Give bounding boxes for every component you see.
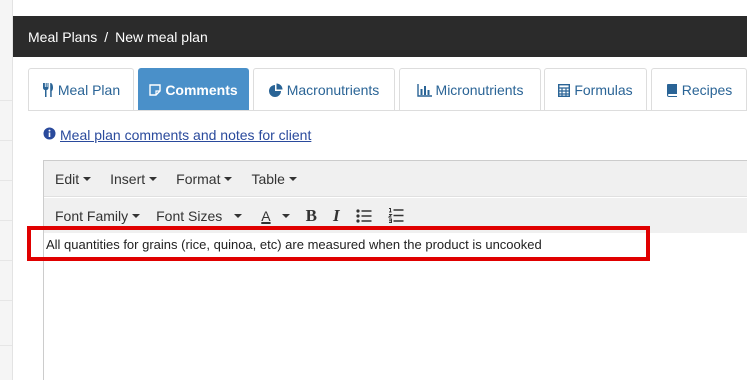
caret-down-icon <box>234 213 243 218</box>
cutlery-icon <box>42 83 54 97</box>
menu-format[interactable]: Format <box>176 171 233 187</box>
book-icon <box>666 83 678 97</box>
italic-button[interactable]: I <box>333 206 340 226</box>
font-sizes-dropdown[interactable]: Font Sizes <box>156 208 243 224</box>
caret-down-icon <box>281 213 290 218</box>
info-link[interactable]: Meal plan comments and notes for client <box>43 127 311 143</box>
info-link-text: Meal plan comments and notes for client <box>60 127 312 143</box>
caret-down-icon <box>224 176 233 181</box>
tab-label: Recipes <box>681 82 733 98</box>
calculator-icon <box>558 83 571 97</box>
tab-label: Micronutrients <box>435 82 524 98</box>
font-family-dropdown[interactable]: Font Family <box>55 208 141 224</box>
note-icon <box>149 84 162 96</box>
tab-comments[interactable]: Comments <box>138 68 249 111</box>
tab-label: Meal Plan <box>57 82 121 98</box>
breadcrumb-separator: / <box>104 28 109 45</box>
breadcrumb: Meal Plans / New meal plan <box>13 16 747 57</box>
rich-text-editor: Edit Insert Format Table Font Family Fon… <box>43 160 747 380</box>
caret-down-icon <box>83 176 92 181</box>
bar-chart-icon <box>416 83 432 97</box>
caret-down-icon <box>149 176 158 181</box>
tab-label: Macronutrients <box>286 82 380 98</box>
tab-micronutrients[interactable]: Micronutrients <box>399 68 541 111</box>
menu-edit[interactable]: Edit <box>55 171 92 187</box>
caret-down-icon <box>132 213 141 218</box>
bullet-list-icon[interactable] <box>355 208 372 223</box>
tab-label: Formulas <box>574 82 633 98</box>
bold-button[interactable]: B <box>306 206 317 226</box>
left-gutter <box>0 0 13 380</box>
tab-label: Comments <box>165 82 238 98</box>
info-circle-icon <box>43 127 56 143</box>
numbered-list-icon[interactable] <box>387 208 404 223</box>
pie-chart-icon <box>268 83 283 97</box>
tab-formulas[interactable]: Formulas <box>544 68 647 111</box>
tab-macronutrients[interactable]: Macronutrients <box>253 68 395 111</box>
breadcrumb-current: New meal plan <box>115 28 208 45</box>
text-color-button[interactable]: A <box>258 208 290 224</box>
menu-table[interactable]: Table <box>251 171 297 187</box>
highlight-box <box>27 226 650 261</box>
caret-down-icon <box>288 176 297 181</box>
tab-recipes[interactable]: Recipes <box>651 68 747 111</box>
tab-bar: Meal Plan Comments Macronutrients Micron… <box>28 68 747 111</box>
breadcrumb-parent[interactable]: Meal Plans <box>28 29 97 45</box>
tab-meal-plan[interactable]: Meal Plan <box>28 68 134 111</box>
menu-insert[interactable]: Insert <box>110 171 158 187</box>
tab-divider <box>28 110 747 111</box>
editor-menubar: Edit Insert Format Table <box>44 161 747 197</box>
